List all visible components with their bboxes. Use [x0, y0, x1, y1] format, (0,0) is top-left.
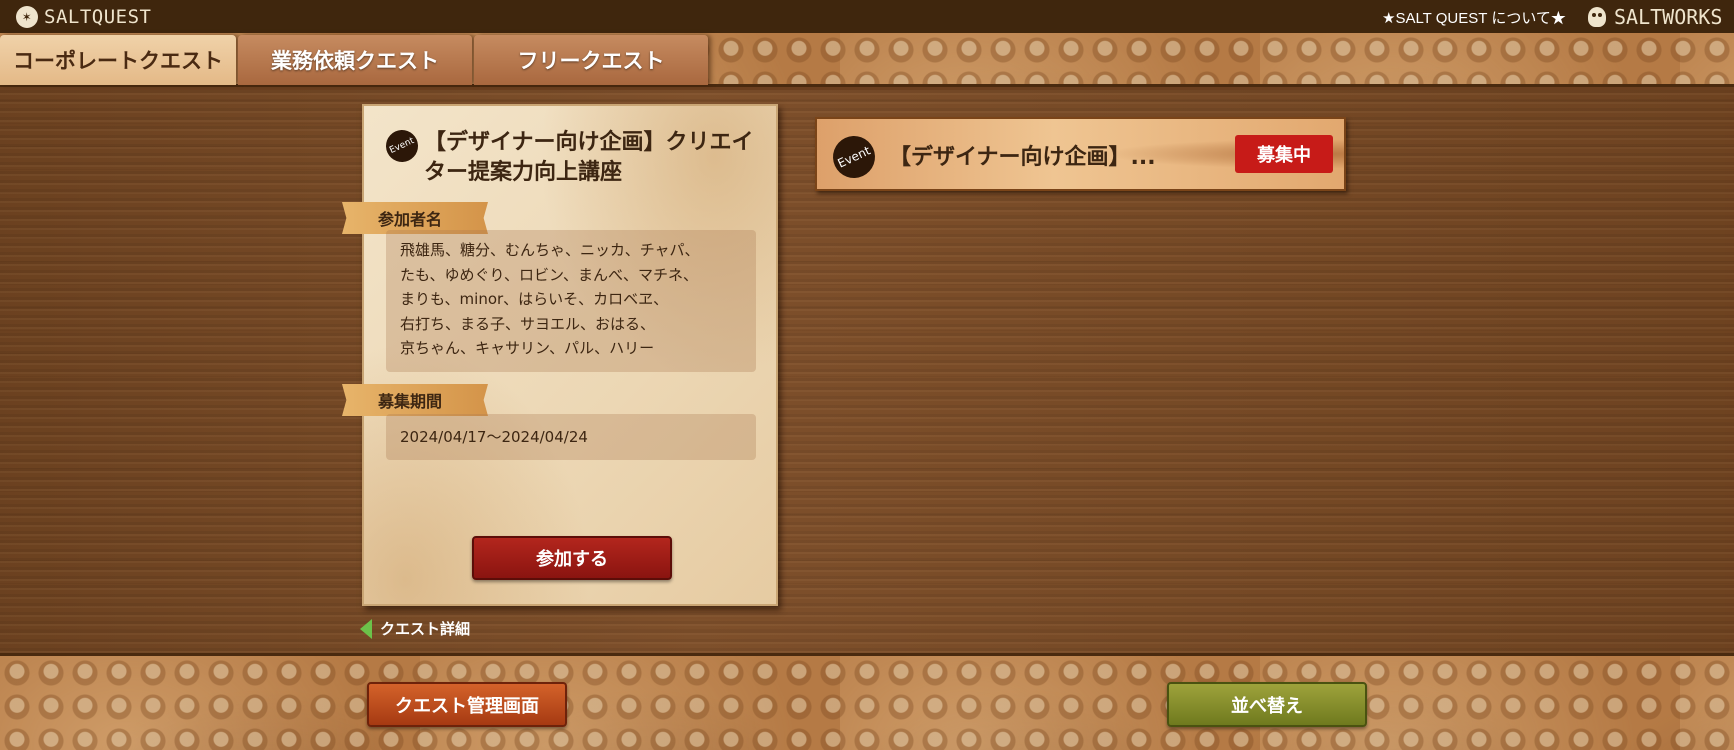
- quest-management-button[interactable]: クエスト管理画面: [367, 682, 567, 727]
- event-badge: Event: [380, 124, 424, 168]
- about-saltquest-link[interactable]: ★SALT QUEST について★: [1382, 7, 1566, 28]
- participants-line: たも、ゆめぐり、ロビン、まんべ、マチネ、: [400, 265, 699, 284]
- saltworks-name: SALTWORKS: [1614, 5, 1723, 29]
- participants-line: 右打ち、まる子、サヨエル、おはる、: [400, 314, 656, 333]
- tab-free-quest[interactable]: フリークエスト: [474, 35, 708, 85]
- back-arrow-icon: [360, 618, 372, 639]
- quest-title: 【デザイナー向け企画】クリエイター提案力向上講座: [424, 130, 754, 185]
- saltworks-logo[interactable]: SALTWORKS: [1588, 4, 1722, 30]
- recruitment-period-value: 2024/04/17〜2024/04/24: [386, 414, 756, 460]
- quest-detail-link[interactable]: クエスト詳細: [360, 618, 470, 639]
- event-badge: Event: [826, 129, 882, 185]
- participants-line: 京ちゃん、キャサリン、パル、ハリー: [400, 339, 655, 357]
- top-bar: ✶ SALTQUEST ★SALT QUEST について★ SALTWORKS: [0, 0, 1734, 33]
- tab-corporate-quest[interactable]: コーポレートクエスト: [0, 35, 236, 85]
- quest-list-item[interactable]: Event 【デザイナー向け企画】... 募集中: [815, 117, 1346, 191]
- tab-bar: コーポレートクエスト 業務依頼クエスト フリークエスト: [0, 33, 1734, 87]
- participants-line: まりも、minor、はらいそ、カロベヱ、: [400, 290, 669, 308]
- recruitment-period-label: 募集期間: [342, 384, 488, 416]
- brand-name: SALTQUEST: [44, 6, 152, 28]
- tab-business-request-quest[interactable]: 業務依頼クエスト: [238, 35, 472, 85]
- quest-detail-card: Event 【デザイナー向け企画】クリエイター提案力向上講座 参加者名 飛雄馬、…: [342, 104, 778, 606]
- salt-mascot-icon: ✶: [16, 6, 38, 28]
- saltworks-mascot-icon: [1588, 7, 1606, 27]
- footer-bar: [0, 653, 1734, 750]
- quest-detail-link-label: クエスト詳細: [380, 620, 471, 638]
- quest-list-title: 【デザイナー向け企画】...: [889, 145, 1156, 170]
- participants-line: 飛雄馬、糖分、むんちゃ、ニッカ、チャパ、: [400, 241, 700, 259]
- participants-list: 飛雄馬、糖分、むんちゃ、ニッカ、チャパ、 たも、ゆめぐり、ロビン、まんべ、マチネ…: [386, 230, 756, 372]
- saltquest-logo[interactable]: ✶ SALTQUEST: [16, 4, 151, 30]
- sort-button[interactable]: 並べ替え: [1167, 682, 1367, 727]
- status-badge: 募集中: [1235, 135, 1333, 173]
- join-button[interactable]: 参加する: [472, 536, 672, 580]
